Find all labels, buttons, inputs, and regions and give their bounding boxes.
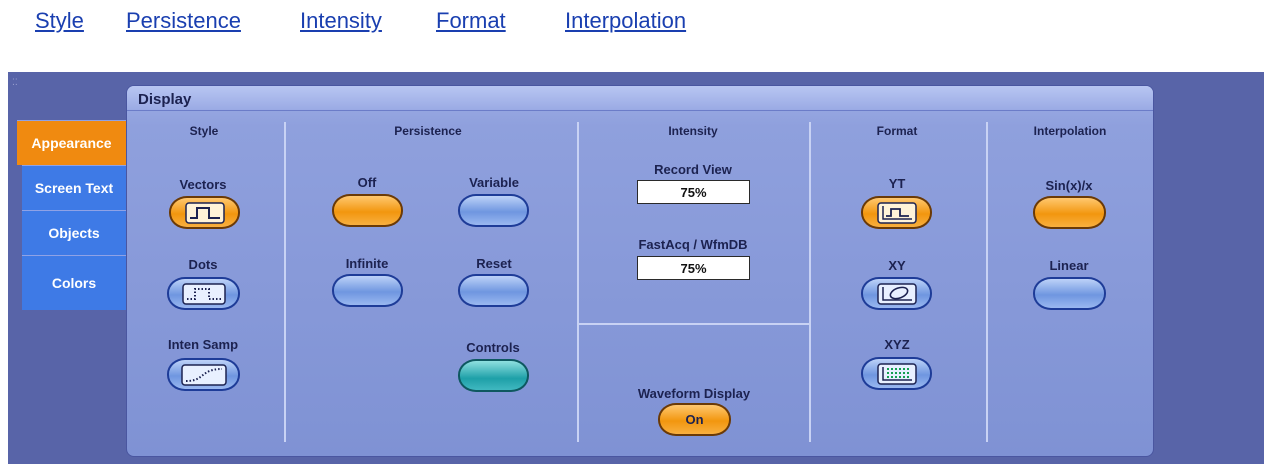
- link-format[interactable]: Format: [436, 8, 506, 34]
- style-header: Style: [189, 124, 219, 138]
- link-intensity[interactable]: Intensity: [300, 8, 382, 34]
- persistence-off-button[interactable]: [332, 194, 403, 227]
- fastacq-input[interactable]: 75%: [637, 256, 750, 280]
- waveform-display-button[interactable]: On: [658, 403, 731, 436]
- dots-label: Dots: [188, 257, 218, 272]
- vectors-button[interactable]: [169, 196, 240, 229]
- xy-lissajous-icon: [876, 282, 917, 305]
- panel-title: Display: [138, 91, 192, 108]
- dots-button[interactable]: [167, 277, 240, 310]
- persistence-reset-button[interactable]: [458, 274, 529, 307]
- column-divider: [986, 122, 988, 442]
- xyz-button[interactable]: [861, 357, 932, 390]
- persistence-controls-button[interactable]: [458, 359, 529, 392]
- window-grip-icon[interactable]: ⁚⁚: [12, 78, 20, 87]
- inten-samp-curve-icon: [180, 363, 227, 386]
- fastacq-label: FastAcq / WfmDB: [638, 237, 748, 252]
- yt-button[interactable]: [861, 196, 932, 229]
- xy-button[interactable]: [861, 277, 932, 310]
- persistence-infinite-label: Infinite: [345, 256, 389, 271]
- xy-label: XY: [888, 258, 906, 273]
- xyz-grid-icon: [876, 362, 917, 385]
- yt-label: YT: [888, 176, 906, 191]
- waveform-display-state: On: [685, 412, 704, 427]
- linear-label: Linear: [1049, 258, 1089, 273]
- linear-button[interactable]: [1033, 277, 1106, 310]
- sinx-button[interactable]: [1033, 196, 1106, 229]
- vectors-label: Vectors: [179, 177, 227, 192]
- intensity-divider: [579, 323, 809, 325]
- xyz-label: XYZ: [884, 337, 910, 352]
- inten-samp-button[interactable]: [167, 358, 240, 391]
- tab-screen-text[interactable]: Screen Text: [22, 165, 126, 210]
- record-view-input[interactable]: 75%: [637, 180, 750, 204]
- link-style[interactable]: Style: [35, 8, 84, 34]
- persistence-variable-label: Variable: [469, 175, 519, 190]
- tab-appearance[interactable]: Appearance: [17, 120, 126, 165]
- sinx-label: Sin(x)/x: [1045, 178, 1093, 193]
- column-divider: [809, 122, 811, 442]
- intensity-header: Intensity: [668, 124, 718, 138]
- inten-samp-label: Inten Samp: [167, 337, 239, 352]
- persistence-variable-button[interactable]: [458, 194, 529, 227]
- record-view-label: Record View: [654, 162, 732, 177]
- vectors-square-wave-icon: [184, 201, 225, 224]
- interpolation-header: Interpolation: [1033, 124, 1107, 138]
- column-divider: [577, 122, 579, 442]
- format-header: Format: [876, 124, 918, 138]
- tab-colors[interactable]: Colors: [22, 255, 126, 310]
- link-persistence[interactable]: Persistence: [126, 8, 241, 34]
- persistence-off-label: Off: [357, 175, 377, 190]
- persistence-controls-label: Controls: [466, 340, 520, 355]
- display-titlebar: [127, 86, 1153, 111]
- yt-waveform-icon: [876, 201, 917, 224]
- tab-objects[interactable]: Objects: [22, 210, 126, 255]
- link-interpolation[interactable]: Interpolation: [565, 8, 686, 34]
- dots-square-wave-icon: [181, 282, 226, 305]
- persistence-infinite-button[interactable]: [332, 274, 403, 307]
- section-links-bar: Style Persistence Intensity Format Inter…: [0, 0, 1264, 55]
- persistence-reset-label: Reset: [476, 256, 512, 271]
- column-divider: [284, 122, 286, 442]
- waveform-display-label: Waveform Display: [637, 386, 751, 401]
- persistence-header: Persistence: [394, 124, 462, 138]
